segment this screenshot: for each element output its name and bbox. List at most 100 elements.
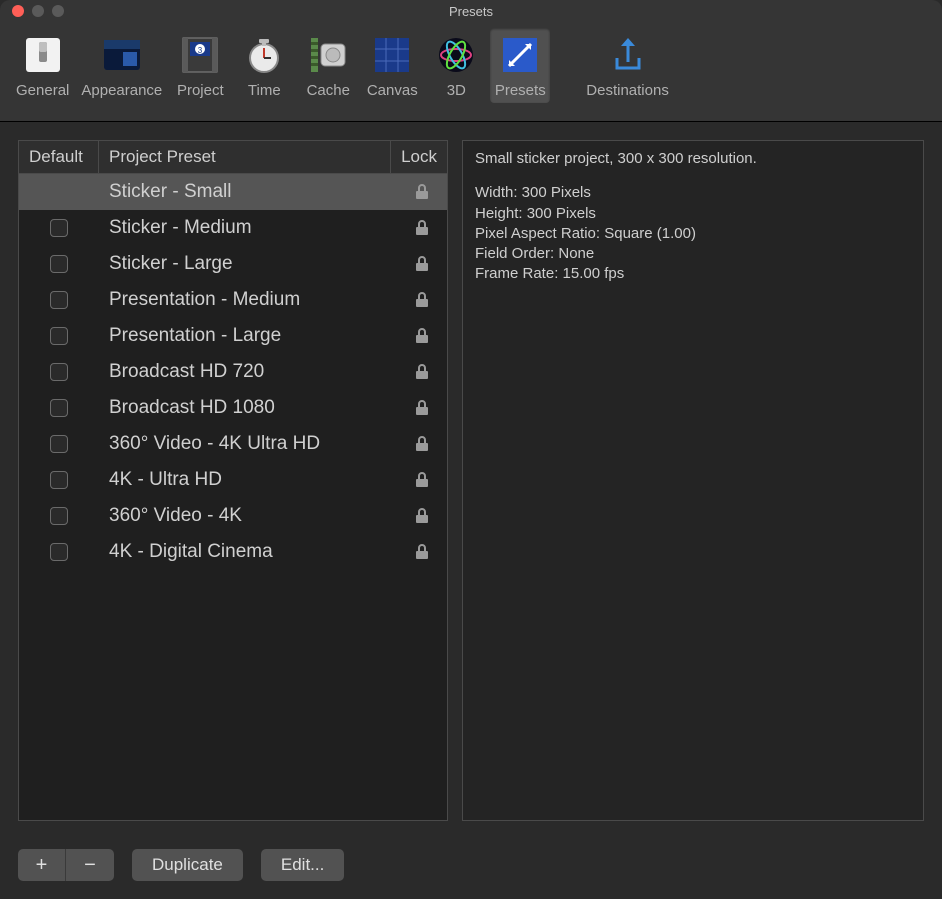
project-icon: 3 <box>175 30 225 80</box>
preset-name: Broadcast HD 1080 <box>99 390 397 426</box>
lock-icon <box>415 472 429 488</box>
table-row[interactable]: Broadcast HD 720 <box>19 354 447 390</box>
table-row[interactable]: Sticker - Large <box>19 246 447 282</box>
table-row[interactable]: Broadcast HD 1080 <box>19 390 447 426</box>
lock-cell <box>397 210 447 246</box>
tab-3d[interactable]: 3D <box>426 28 486 103</box>
default-checkbox[interactable] <box>50 291 68 309</box>
default-cell[interactable] <box>19 426 99 462</box>
lock-icon <box>415 400 429 416</box>
lock-cell <box>397 246 447 282</box>
tab-label: General <box>16 82 69 99</box>
table-row[interactable]: 4K - Ultra HD <box>19 462 447 498</box>
default-cell[interactable] <box>19 282 99 318</box>
table-row[interactable]: Sticker - Medium <box>19 210 447 246</box>
preset-name: Presentation - Medium <box>99 282 397 318</box>
default-checkbox[interactable] <box>50 507 68 525</box>
spec-line: Width: 300 Pixels <box>475 183 911 203</box>
tab-project[interactable]: 3 Project <box>170 28 230 103</box>
lock-icon <box>415 508 429 524</box>
tab-appearance[interactable]: Appearance <box>77 28 166 103</box>
lock-cell <box>397 174 447 210</box>
tab-label: Presets <box>495 82 546 99</box>
lock-cell <box>397 426 447 462</box>
default-checkbox[interactable] <box>50 327 68 345</box>
tab-general[interactable]: General <box>12 28 73 103</box>
default-cell[interactable] <box>19 390 99 426</box>
preset-description: Small sticker project, 300 x 300 resolut… <box>475 149 911 169</box>
table-row[interactable]: 360° Video - 4K Ultra HD <box>19 426 447 462</box>
spec-line: Height: 300 Pixels <box>475 204 911 224</box>
tab-destinations[interactable]: Destinations <box>582 28 673 103</box>
tab-label: Appearance <box>81 82 162 99</box>
preset-name: 360° Video - 4K Ultra HD <box>99 426 397 462</box>
tab-cache[interactable]: Cache <box>298 28 358 103</box>
close-icon[interactable] <box>12 5 24 17</box>
default-checkbox[interactable] <box>50 543 68 561</box>
lock-icon <box>415 328 429 344</box>
lock-cell <box>397 354 447 390</box>
appearance-icon <box>97 30 147 80</box>
lock-cell <box>397 498 447 534</box>
cache-icon <box>303 30 353 80</box>
edit-button[interactable]: Edit... <box>261 849 344 881</box>
add-remove-group: + − <box>18 849 114 881</box>
spec-line: Pixel Aspect Ratio: Square (1.00) <box>475 224 911 244</box>
general-icon <box>18 30 68 80</box>
header-name[interactable]: Project Preset <box>99 141 391 173</box>
default-cell[interactable] <box>19 534 99 570</box>
tab-canvas[interactable]: Canvas <box>362 28 422 103</box>
default-cell[interactable] <box>19 498 99 534</box>
default-checkbox[interactable] <box>50 435 68 453</box>
tab-presets[interactable]: Presets <box>490 28 550 103</box>
window-title: Presets <box>0 4 942 19</box>
table-row[interactable]: Presentation - Large <box>19 318 447 354</box>
default-checkbox[interactable] <box>50 363 68 381</box>
default-cell[interactable] <box>19 246 99 282</box>
tab-label: Destinations <box>586 82 669 99</box>
titlebar: Presets <box>0 0 942 22</box>
lock-icon <box>415 292 429 308</box>
default-cell[interactable] <box>19 462 99 498</box>
duplicate-button[interactable]: Duplicate <box>132 849 243 881</box>
toolbar: General Appearance 3 Project Time Cache <box>0 22 942 122</box>
lock-cell <box>397 462 447 498</box>
preset-name: 360° Video - 4K <box>99 498 397 534</box>
svg-text:3: 3 <box>198 46 203 55</box>
default-checkbox[interactable] <box>50 255 68 273</box>
remove-button[interactable]: − <box>66 849 114 881</box>
lock-icon <box>415 544 429 560</box>
preset-detail-panel: Small sticker project, 300 x 300 resolut… <box>462 140 924 821</box>
preset-list-panel: Default Project Preset Lock Sticker - Sm… <box>18 140 448 821</box>
default-cell[interactable] <box>19 318 99 354</box>
tab-label: Canvas <box>367 82 418 99</box>
header-default[interactable]: Default <box>19 141 99 173</box>
content-area: Default Project Preset Lock Sticker - Sm… <box>0 122 942 839</box>
table-row[interactable]: Presentation - Medium <box>19 282 447 318</box>
default-checkbox[interactable] <box>50 399 68 417</box>
preset-name: 4K - Digital Cinema <box>99 534 397 570</box>
table-row[interactable]: 360° Video - 4K <box>19 498 447 534</box>
preset-specs: Width: 300 PixelsHeight: 300 PixelsPixel… <box>475 183 911 284</box>
default-cell[interactable] <box>19 210 99 246</box>
maximize-icon[interactable] <box>52 5 64 17</box>
default-cell[interactable] <box>19 174 99 210</box>
header-lock[interactable]: Lock <box>391 141 447 173</box>
preset-name: 4K - Ultra HD <box>99 462 397 498</box>
default-checkbox[interactable] <box>50 471 68 489</box>
presets-icon <box>495 30 545 80</box>
minimize-icon[interactable] <box>32 5 44 17</box>
lock-icon <box>415 220 429 236</box>
default-cell[interactable] <box>19 354 99 390</box>
tab-time[interactable]: Time <box>234 28 294 103</box>
table-row[interactable]: Sticker - Small <box>19 174 447 210</box>
tab-label: 3D <box>447 82 466 99</box>
default-checkbox[interactable] <box>50 219 68 237</box>
lock-cell <box>397 390 447 426</box>
tab-label: Cache <box>307 82 350 99</box>
preferences-window: Presets General Appearance 3 Project T <box>0 0 942 899</box>
preset-name: Sticker - Large <box>99 246 397 282</box>
tab-label: Time <box>248 82 281 99</box>
add-button[interactable]: + <box>18 849 66 881</box>
table-row[interactable]: 4K - Digital Cinema <box>19 534 447 570</box>
